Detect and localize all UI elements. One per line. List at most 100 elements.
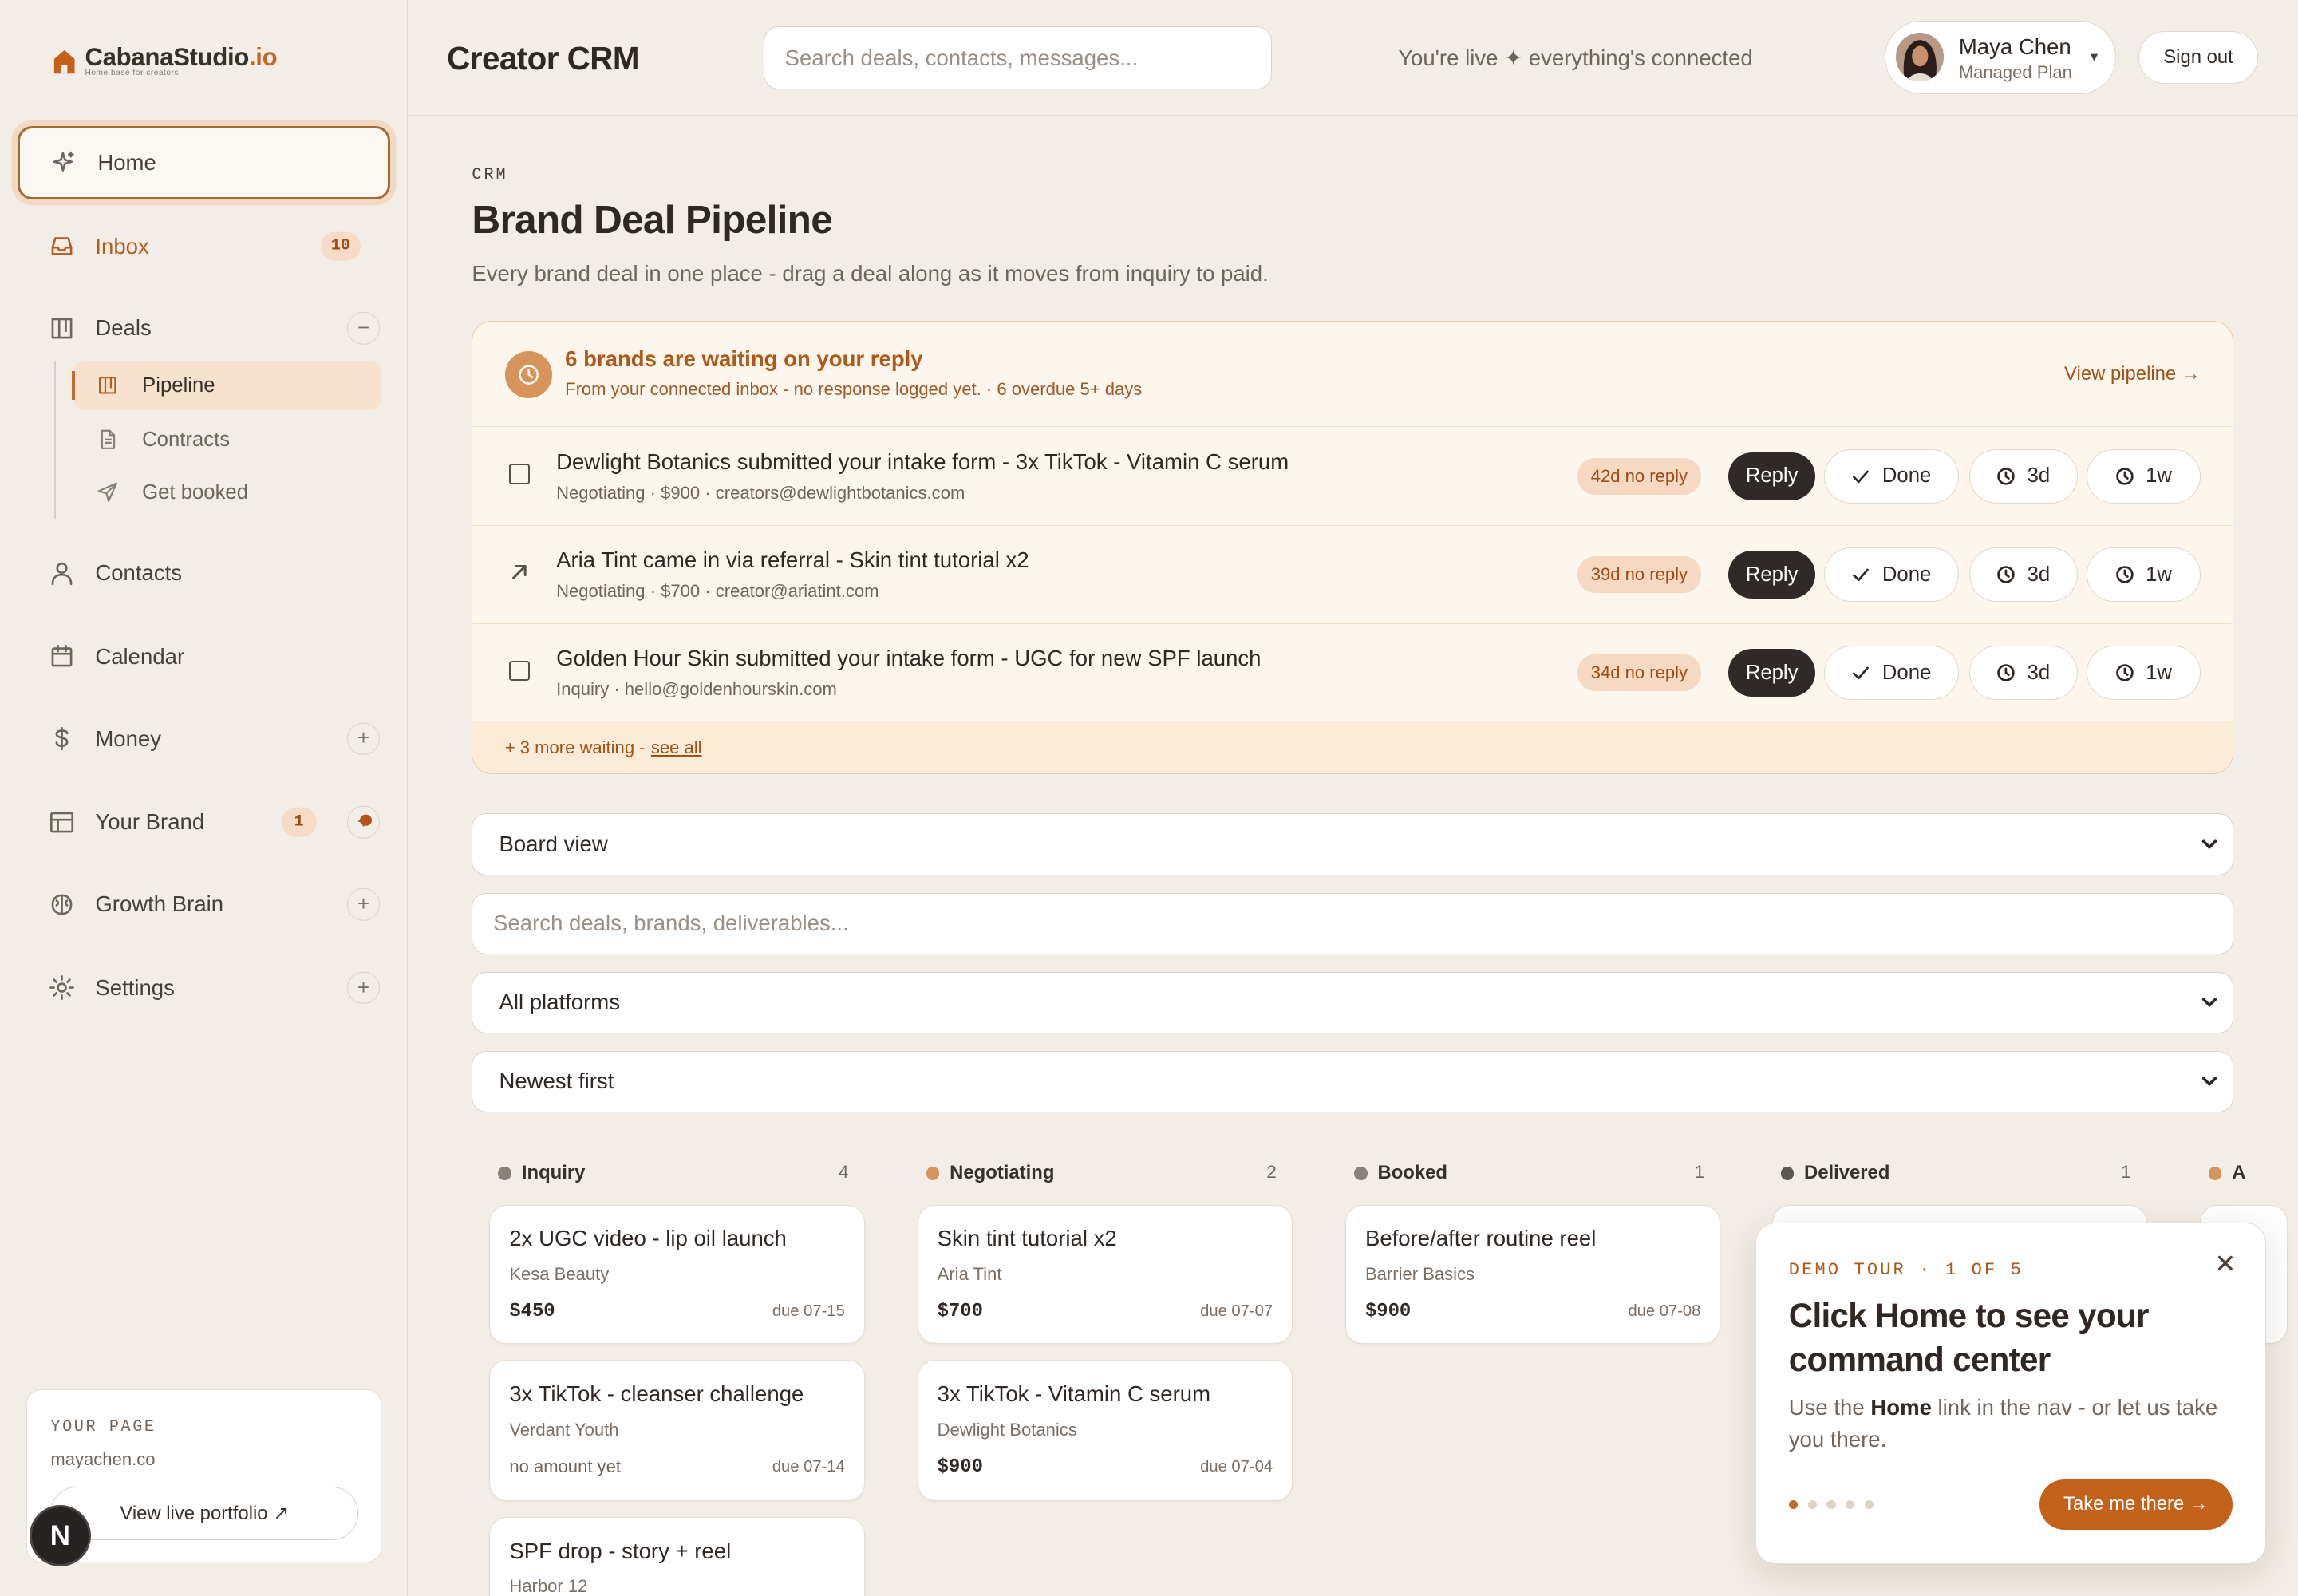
- done-button[interactable]: Done: [1823, 547, 1959, 602]
- expand-settings-button[interactable]: +: [347, 971, 380, 1005]
- your-page-url: mayachen.co: [50, 1448, 156, 1469]
- expand-growth-brain-button[interactable]: +: [347, 888, 380, 921]
- done-button[interactable]: Done: [1823, 646, 1959, 701]
- sidebar-item-home[interactable]: Home: [18, 125, 390, 200]
- global-search-input[interactable]: [763, 26, 1273, 90]
- house-logo-icon: [53, 49, 75, 73]
- reply-button[interactable]: Reply: [1728, 550, 1815, 599]
- brand-logo[interactable]: CabanaStudio.io Home base for creators: [53, 44, 278, 77]
- clock-icon: [1997, 468, 2015, 485]
- waiting-row: Aria Tint came in via referral - Skin ti…: [472, 526, 2233, 624]
- clock-icon: [504, 350, 552, 398]
- sidebar-item-settings[interactable]: Settings +: [18, 951, 390, 1025]
- deal-search-input[interactable]: [472, 892, 2234, 954]
- done-label: Done: [1881, 661, 1932, 684]
- waiting-row-brand: Golden Hour Skin: [556, 646, 730, 671]
- platform-select[interactable]: All platforms: [472, 971, 2234, 1033]
- view-live-portfolio-button[interactable]: View live portfolio ↗: [50, 1487, 359, 1540]
- mark-checkbox[interactable]: [509, 660, 531, 681]
- sidebar-item-money[interactable]: Money +: [18, 702, 390, 776]
- reply-button[interactable]: Reply: [1728, 452, 1815, 501]
- check-icon: [1853, 470, 1870, 484]
- done-button[interactable]: Done: [1823, 449, 1959, 504]
- deal-due-date: due 07-14: [772, 1457, 845, 1476]
- column-header-delivered: Delivered 1: [1772, 1161, 2131, 1187]
- see-all-link[interactable]: see all: [651, 737, 702, 758]
- demo-tour-popover: DEMO TOUR · 1 OF 5 Click Home to see you…: [1755, 1222, 2266, 1564]
- done-label: Done: [1881, 464, 1932, 488]
- sidebar-subitem-contracts[interactable]: Contracts: [73, 415, 381, 464]
- view-select-value: Board view: [499, 831, 608, 856]
- your-page-label: YOUR PAGE: [50, 1418, 156, 1437]
- sidebar-subitem-pipeline[interactable]: Pipeline: [71, 360, 381, 411]
- snooze-3d-button[interactable]: 3d: [1968, 449, 2078, 504]
- page-subtitle: Every brand deal in one place - drag a d…: [472, 260, 1269, 286]
- deal-card[interactable]: 3x TikTok - Vitamin C serum Dewlight Bot…: [917, 1360, 1293, 1501]
- snooze-1w-button[interactable]: 1w: [2086, 449, 2201, 504]
- column-name: A: [2232, 1162, 2246, 1184]
- sidebar-item-contacts[interactable]: Contacts: [18, 536, 390, 610]
- snooze-1w-button[interactable]: 1w: [2086, 646, 2201, 701]
- snooze-1w-button[interactable]: 1w: [2086, 547, 2201, 602]
- chevron-down-icon: ▾: [2090, 47, 2099, 65]
- status-dot: [498, 1167, 511, 1180]
- deal-title: 3x TikTok - cleanser challenge: [509, 1381, 804, 1407]
- expand-money-button[interactable]: +: [347, 722, 380, 755]
- user-menu[interactable]: Maya Chen Managed Plan ▾: [1884, 20, 2117, 94]
- sidebar-item-deals[interactable]: Deals −: [18, 292, 390, 365]
- column-header-booked: Booked 1: [1345, 1161, 1704, 1187]
- deal-card[interactable]: 2x UGC video - lip oil launch Kesa Beaut…: [489, 1204, 865, 1345]
- waiting-row-title: Golden Hour Skin submitted your intake f…: [556, 646, 1261, 671]
- deal-card[interactable]: Skin tint tutorial x2 Aria Tint $700 due…: [917, 1204, 1293, 1345]
- chevron-down-icon: [2201, 839, 2217, 849]
- person-icon: [51, 562, 73, 585]
- sidebar-subitem-get-booked[interactable]: Get booked: [73, 468, 381, 517]
- sort-select-value: Newest first: [499, 1069, 614, 1094]
- column-count: 4: [839, 1162, 849, 1183]
- snooze-label: 3d: [2027, 563, 2051, 586]
- deal-card[interactable]: SPF drop - story + reel Harbor 12: [489, 1516, 865, 1596]
- clock-icon: [1997, 664, 2015, 681]
- clock-icon: [2115, 468, 2134, 485]
- sidebar-item-growth-brain[interactable]: Growth Brain +: [18, 867, 390, 941]
- expand-your-brand-button[interactable]: +: [347, 806, 380, 839]
- deal-brand: Dewlight Botanics: [937, 1419, 1077, 1440]
- kanban-icon: [99, 377, 116, 394]
- deal-brand: Verdant Youth: [509, 1419, 619, 1440]
- view-pipeline-link[interactable]: View pipeline →: [2064, 363, 2201, 385]
- clock-icon: [1997, 566, 2015, 583]
- page-title: Brand Deal Pipeline: [472, 197, 833, 243]
- collapse-deals-button[interactable]: −: [347, 312, 380, 345]
- sidebar-item-label: Growth Brain: [95, 891, 224, 917]
- mark-checkbox[interactable]: [509, 464, 531, 485]
- app-root: CabanaStudio.io Home base for creators H…: [0, 0, 2298, 1596]
- close-icon[interactable]: [2215, 1253, 2236, 1274]
- done-label: Done: [1881, 563, 1932, 586]
- progress-dot: [1807, 1499, 1817, 1509]
- snooze-label: 1w: [2146, 563, 2172, 586]
- deal-card[interactable]: Before/after routine reel Barrier Basics…: [1345, 1204, 1721, 1345]
- arrow-up-right-icon: [512, 565, 527, 580]
- snooze-3d-button[interactable]: 3d: [1968, 547, 2078, 602]
- sort-select[interactable]: Newest first: [472, 1050, 2234, 1113]
- sign-out-button[interactable]: Sign out: [2138, 30, 2259, 84]
- sidebar-item-calendar[interactable]: Calendar: [18, 620, 390, 693]
- chevron-down-icon: [2201, 998, 2217, 1007]
- send-icon: [97, 482, 118, 503]
- reply-button[interactable]: Reply: [1728, 648, 1815, 697]
- sidebar-item-your-brand[interactable]: Your Brand 1 +: [18, 785, 390, 859]
- snooze-3d-button[interactable]: 3d: [1968, 646, 2078, 701]
- more-waiting-text: + 3 more waiting -: [504, 737, 646, 757]
- dev-tools-badge[interactable]: N: [29, 1505, 91, 1567]
- deal-card[interactable]: 3x TikTok - cleanser challenge Verdant Y…: [489, 1360, 865, 1501]
- view-select[interactable]: Board view: [472, 813, 2234, 875]
- take-me-there-button[interactable]: Take me there →: [2039, 1479, 2233, 1530]
- subnav-line: [53, 360, 56, 519]
- waiting-header: 6 brands are waiting on your reply From …: [472, 322, 2233, 428]
- column-name: Negotiating: [950, 1162, 1055, 1184]
- snooze-label: 3d: [2027, 661, 2051, 684]
- sidebar-subitem-label: Contracts: [142, 428, 231, 451]
- dollar-icon: [55, 727, 69, 751]
- sidebar-item-inbox[interactable]: Inbox 10: [18, 210, 390, 283]
- column-name: Booked: [1377, 1162, 1447, 1184]
